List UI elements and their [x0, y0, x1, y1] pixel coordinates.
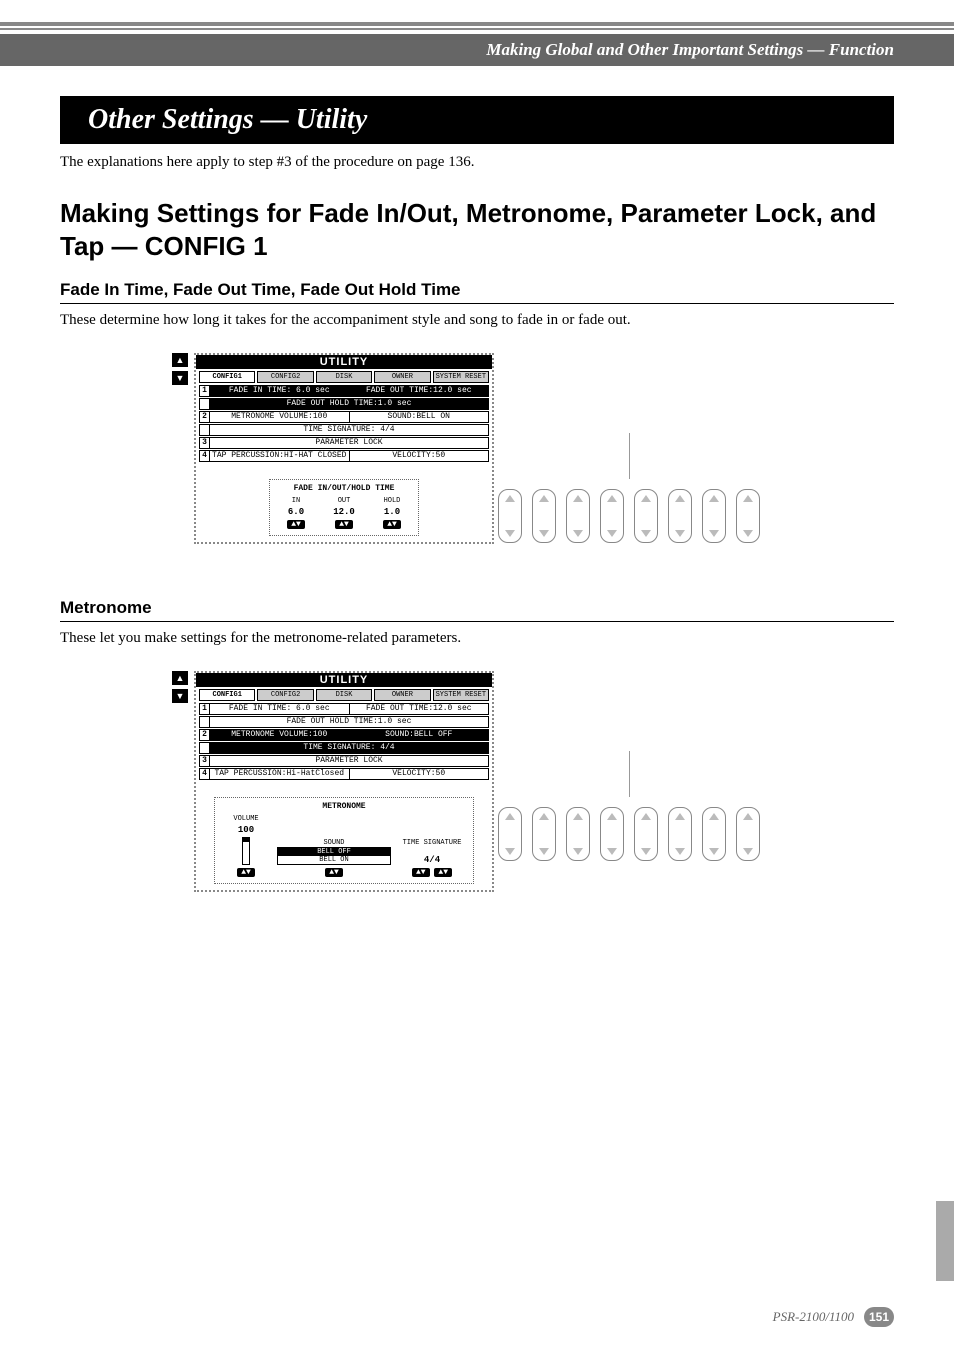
lcd-row-4: 4 TAP PERCUSSION:Hi-HatClosed VELOCITY:5…: [199, 768, 489, 780]
tab-owner: OWNER: [374, 371, 430, 383]
lcd-row-1: 1 FADE IN TIME: 6.0 sec FADE OUT TIME:12…: [199, 385, 489, 397]
section-title: Other Settings — Utility: [60, 96, 894, 144]
lcd-row-2: 2 METRONOME VOLUME:100 SOUND:BELL OFF: [199, 729, 489, 741]
lcd-row-1b: FADE OUT HOLD TIME:1.0 sec: [199, 398, 489, 410]
breadcrumb: Making Global and Other Important Settin…: [0, 34, 954, 66]
lcd-tabs: CONFIG1 CONFIG2 DISK OWNER SYSTEM RESET: [196, 687, 492, 703]
updown-button[interactable]: [634, 489, 658, 543]
side-arrow-buttons: ▲ ▼: [172, 671, 188, 703]
updown-button[interactable]: [668, 807, 692, 861]
tab-config1: CONFIG1: [199, 689, 255, 701]
lcd-title: UTILITY: [196, 355, 492, 369]
lcd-row-3: 3 PARAMETER LOCK: [199, 437, 489, 449]
sound-list: BELL OFF BELL ON: [277, 847, 391, 865]
page-number: 151: [864, 1307, 894, 1327]
text-fade: These determine how long it takes for th…: [60, 312, 894, 329]
intro-text: The explanations here apply to step #3 o…: [60, 154, 894, 171]
tab-config2: CONFIG2: [257, 371, 313, 383]
tab-owner: OWNER: [374, 689, 430, 701]
updown-button[interactable]: [702, 807, 726, 861]
lcd-row-1b: FADE OUT HOLD TIME:1.0 sec: [199, 716, 489, 728]
updown-button[interactable]: [498, 489, 522, 543]
lcd-row-1: 1 FADE IN TIME: 6.0 sec FADE OUT TIME:12…: [199, 703, 489, 715]
updown-button[interactable]: [532, 807, 556, 861]
tab-sysreset: SYSTEM RESET: [433, 371, 489, 383]
footer: PSR-2100/1100 151: [773, 1307, 894, 1327]
metronome-param-group: METRONOME VOLUME 100 ▲▼ SOUND: [214, 797, 474, 884]
updown-button[interactable]: [736, 807, 760, 861]
side-arrow-buttons: ▲ ▼: [172, 353, 188, 385]
updown-button[interactable]: [668, 489, 692, 543]
lcd-tabs: CONFIG1 CONFIG2 DISK OWNER SYSTEM RESET: [196, 369, 492, 385]
lcd-row-2b: TIME SIGNATURE: 4/4: [199, 424, 489, 436]
lcd-row-2b: TIME SIGNATURE: 4/4: [199, 742, 489, 754]
physical-buttons-row: [498, 489, 760, 543]
page-edge-tab: [936, 1201, 954, 1281]
text-metronome: These let you make settings for the metr…: [60, 630, 894, 647]
updown-button[interactable]: [736, 489, 760, 543]
lcd-screen-fade: UTILITY CONFIG1 CONFIG2 DISK OWNER SYSTE…: [194, 353, 494, 544]
updown-button[interactable]: [600, 489, 624, 543]
tab-sysreset: SYSTEM RESET: [433, 689, 489, 701]
header-rules: Making Global and Other Important Settin…: [0, 0, 954, 66]
updown-button[interactable]: [634, 807, 658, 861]
updown-button[interactable]: [702, 489, 726, 543]
figure-metronome: ▲ ▼ UTILITY CONFIG1 CONFIG2 DISK OWNER S…: [60, 671, 894, 902]
heading-metronome: Metronome: [60, 598, 894, 622]
heading-config1: Making Settings for Fade In/Out, Metrono…: [60, 197, 894, 262]
updown-button[interactable]: [566, 489, 590, 543]
lcd-screen-metronome: UTILITY CONFIG1 CONFIG2 DISK OWNER SYSTE…: [194, 671, 494, 892]
tab-config1: CONFIG1: [199, 371, 255, 383]
figure-fade: ▲ ▼ UTILITY CONFIG1 CONFIG2 DISK OWNER S…: [60, 353, 894, 554]
updown-button[interactable]: [566, 807, 590, 861]
tab-config2: CONFIG2: [257, 689, 313, 701]
lcd-row-3: 3 PARAMETER LOCK: [199, 755, 489, 767]
tab-disk: DISK: [316, 371, 372, 383]
tab-disk: DISK: [316, 689, 372, 701]
fade-param-group: FADE IN/OUT/HOLD TIME IN 6.0 ▲▼ OUT 12.0…: [269, 479, 419, 536]
heading-fade: Fade In Time, Fade Out Time, Fade Out Ho…: [60, 280, 894, 304]
lcd-title: UTILITY: [196, 673, 492, 687]
updown-button[interactable]: [600, 807, 624, 861]
lcd-row-2: 2 METRONOME VOLUME:100 SOUND:BELL ON: [199, 411, 489, 423]
lcd-row-4: 4 TAP PERCUSSION:HI-HAT CLOSED VELOCITY:…: [199, 450, 489, 462]
volume-slider-icon: [242, 837, 250, 865]
physical-buttons-row: [498, 807, 760, 861]
updown-button[interactable]: [532, 489, 556, 543]
updown-button[interactable]: [498, 807, 522, 861]
footer-model: PSR-2100/1100: [773, 1309, 854, 1325]
